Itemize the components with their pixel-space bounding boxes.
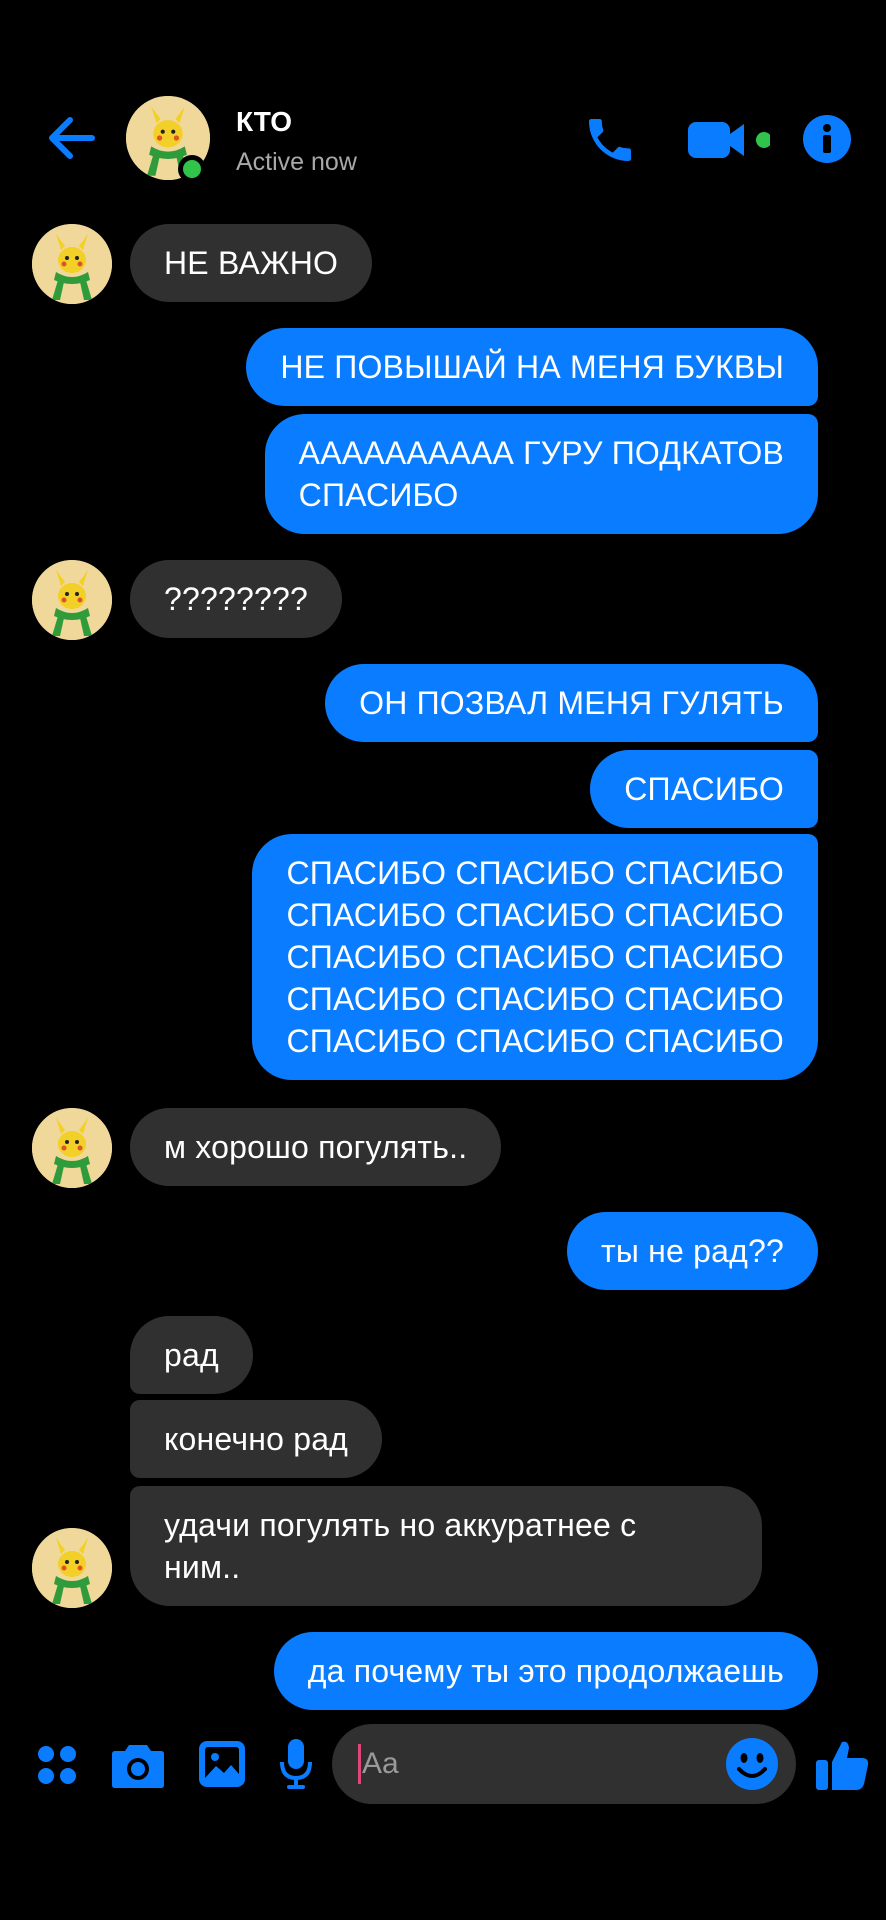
apps-button[interactable] <box>32 1740 82 1790</box>
outgoing-message[interactable]: ты не рад?? <box>567 1212 818 1290</box>
outgoing-message[interactable]: да почему ты это продолжаешь <box>273 1632 818 1710</box>
pikachu-avatar-image <box>32 1108 112 1188</box>
video-call-button[interactable] <box>686 112 770 168</box>
microphone-icon <box>280 1739 312 1789</box>
emoji-icon <box>726 1738 778 1790</box>
sender-avatar <box>32 1108 112 1188</box>
outgoing-message[interactable]: СПАСИБО СПАСИБО СПАСИБО СПАСИБО СПАСИБО … <box>252 834 818 1080</box>
outgoing-message[interactable]: СПАСИБО <box>590 750 818 828</box>
pikachu-avatar-image <box>32 224 112 304</box>
emoji-button[interactable] <box>724 1736 780 1792</box>
online-status-dot <box>178 155 206 183</box>
pikachu-avatar-image <box>32 1528 112 1608</box>
phone-icon <box>589 119 631 161</box>
contact-name[interactable]: КТО <box>236 106 292 138</box>
gallery-button[interactable] <box>196 1736 248 1792</box>
incoming-message[interactable]: НЕ ВАЖНО <box>130 224 373 302</box>
text-caret <box>358 1744 361 1784</box>
message-composer[interactable] <box>332 1724 796 1804</box>
contact-status: Active now <box>236 148 357 176</box>
incoming-message[interactable]: удачи погулять но аккуратнее с ним.. <box>130 1486 762 1606</box>
camera-icon <box>112 1745 164 1788</box>
info-icon <box>803 115 851 163</box>
incoming-message[interactable]: рад <box>130 1316 253 1394</box>
sender-avatar <box>32 560 112 640</box>
outgoing-message[interactable]: ОН ПОЗВАЛ МЕНЯ ГУЛЯТЬ <box>325 664 818 742</box>
incoming-message[interactable]: ???????? <box>130 560 342 638</box>
camera-button[interactable] <box>110 1738 166 1792</box>
thumbs-up-icon <box>816 1741 869 1790</box>
incoming-message[interactable]: конечно рад <box>130 1400 383 1478</box>
outgoing-message[interactable]: НЕ ПОВЫШАЙ НА МЕНЯ БУКВЫ <box>246 328 818 406</box>
back-button[interactable] <box>40 108 100 168</box>
sender-avatar <box>32 224 112 304</box>
message-input[interactable] <box>358 1742 722 1786</box>
apps-grid-icon <box>38 1746 76 1784</box>
outgoing-message[interactable]: АААААААААА ГУРУ ПОДКАТОВ СПАСИБО <box>264 414 818 534</box>
video-camera-icon <box>688 122 770 158</box>
microphone-button[interactable] <box>278 1736 314 1792</box>
back-arrow-icon <box>49 117 95 159</box>
like-button[interactable] <box>812 1734 872 1794</box>
info-button[interactable] <box>800 112 854 166</box>
incoming-message[interactable]: м хорошо погулять.. <box>130 1108 502 1186</box>
sender-avatar <box>32 1528 112 1608</box>
pikachu-avatar-image <box>32 560 112 640</box>
call-button[interactable] <box>578 108 642 172</box>
image-icon <box>199 1741 245 1787</box>
